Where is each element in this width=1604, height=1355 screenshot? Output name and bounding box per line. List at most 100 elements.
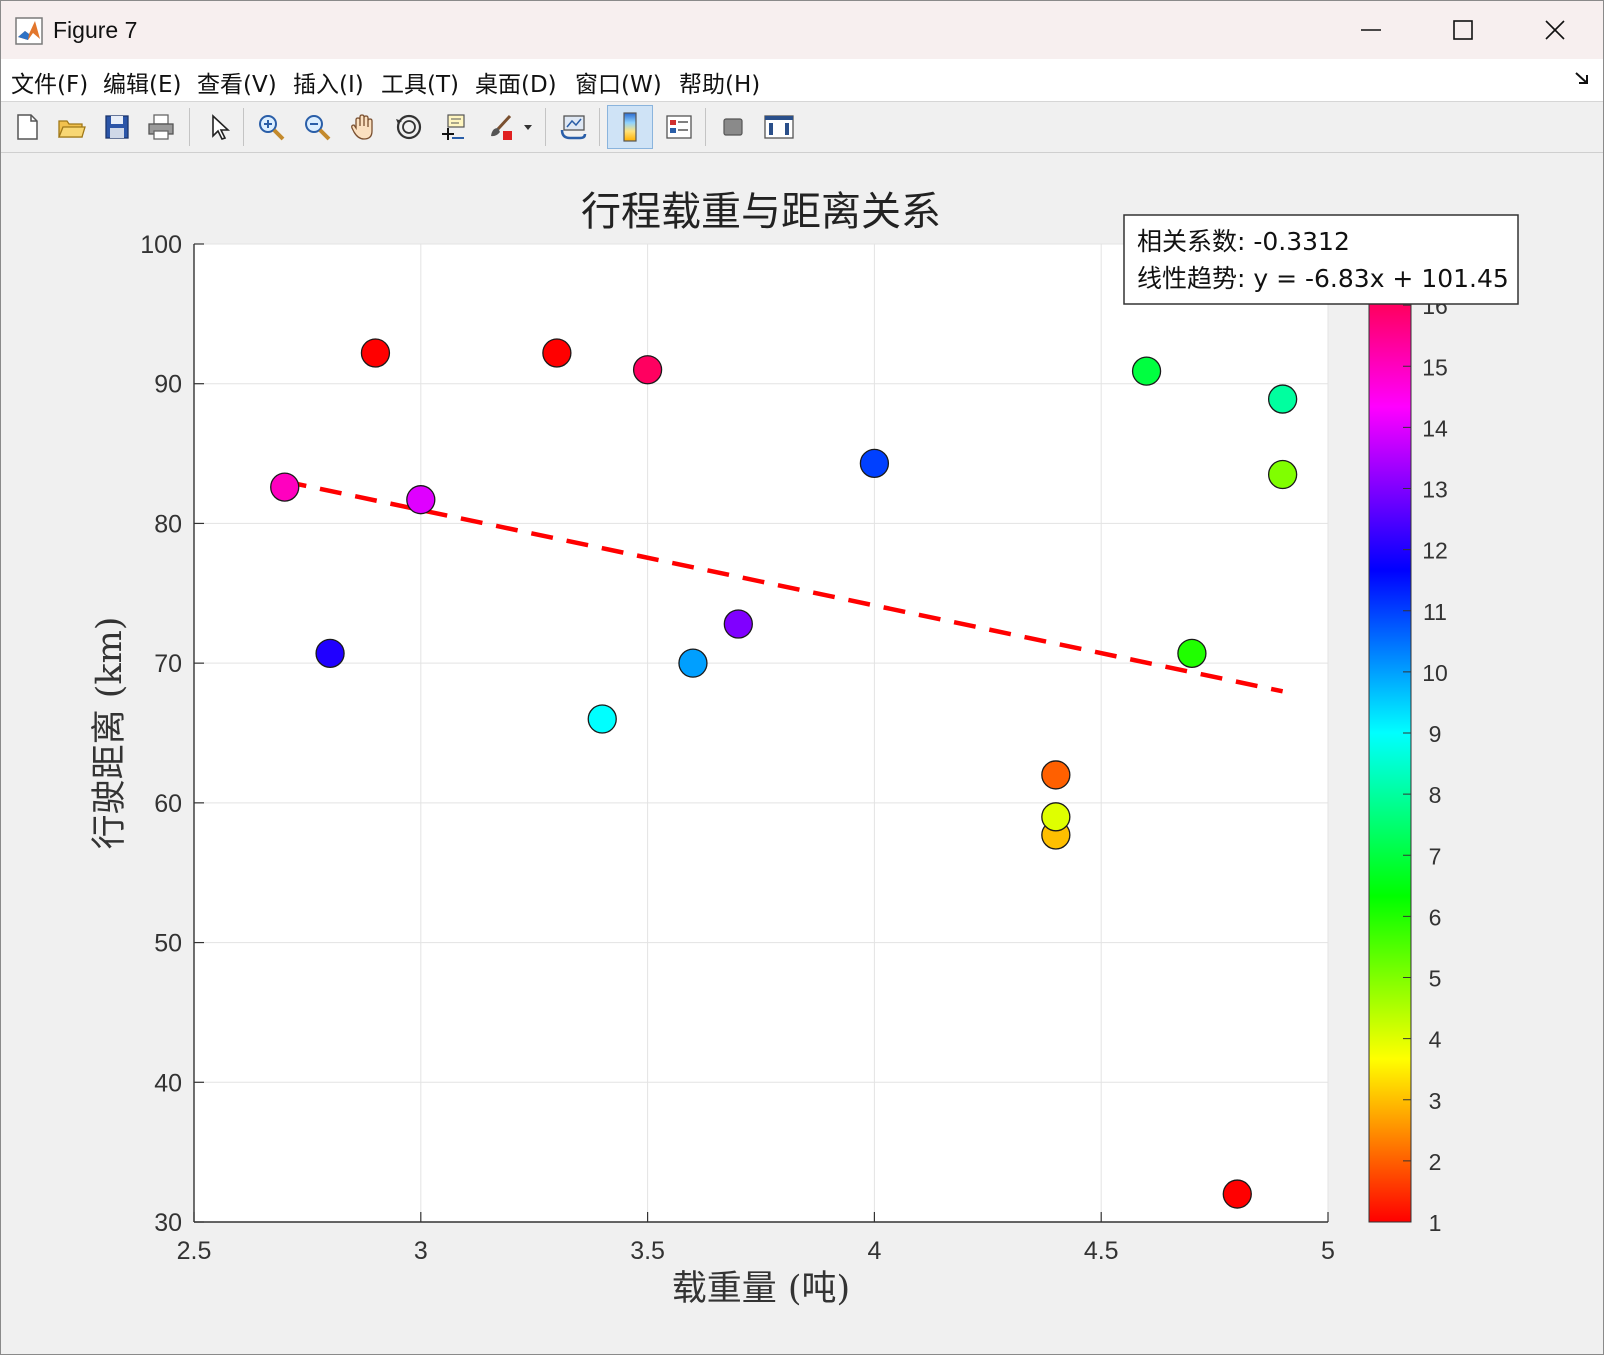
minimize-button[interactable] xyxy=(1343,9,1399,51)
data-point xyxy=(1041,802,1071,832)
data-point xyxy=(723,609,753,639)
pointer-icon xyxy=(212,114,231,140)
hide-plot-tools-button[interactable] xyxy=(713,107,753,147)
toolbar-separator xyxy=(599,108,600,146)
data-point xyxy=(315,638,345,669)
data-point xyxy=(1267,459,1298,490)
colorbar-icon xyxy=(623,112,637,142)
colorbar-tick-label: 10 xyxy=(1422,660,1448,686)
colorbar-tick-label: 1 xyxy=(1429,1210,1442,1236)
menu-file[interactable]: 文件(F) xyxy=(11,65,88,99)
pointer-button[interactable] xyxy=(199,107,239,147)
axes-box xyxy=(194,244,1328,1222)
rotate-3d-icon xyxy=(396,114,422,140)
save-button[interactable] xyxy=(97,107,137,147)
show-plot-tools-button[interactable] xyxy=(759,107,799,147)
maximize-button[interactable] xyxy=(1435,9,1491,51)
new-figure-icon xyxy=(17,114,38,140)
title-bar: Figure 7 xyxy=(1,1,1603,59)
toolbar-separator xyxy=(243,108,244,146)
y-tick-label: 100 xyxy=(140,231,182,259)
brush-icon xyxy=(491,114,512,140)
x-axis-label: 载重量 (吨) xyxy=(672,1269,850,1309)
data-point xyxy=(542,338,572,368)
scatter-plot: 行程载重与距离关系 2.5 3 3.5 4 4.5 5 30 40 50 60 70 80 90 100… xyxy=(90,189,1519,1309)
menu-view[interactable]: 查看(V) xyxy=(197,65,277,99)
brush-button[interactable] xyxy=(481,107,521,147)
pan-button[interactable] xyxy=(343,107,383,147)
toolbar-separator xyxy=(189,108,190,146)
print-icon xyxy=(148,114,174,140)
new-figure-button[interactable] xyxy=(7,107,47,147)
menu-help[interactable]: 帮助(H) xyxy=(679,65,760,99)
x-tick-label: 4 xyxy=(867,1237,881,1265)
link-plot-button[interactable] xyxy=(553,107,593,147)
colorbar-tick-label: 15 xyxy=(1422,354,1448,380)
menu-tools[interactable]: 工具(T) xyxy=(381,65,459,99)
legend-button[interactable] xyxy=(659,107,699,147)
colorbar-tick-label: 12 xyxy=(1422,538,1448,564)
colorbar-button[interactable] xyxy=(607,105,653,149)
menu-edit[interactable]: 编辑(E) xyxy=(103,65,181,99)
y-tick-label: 60 xyxy=(154,790,182,818)
matlab-logo-icon xyxy=(15,17,43,45)
y-tick-label: 30 xyxy=(154,1209,182,1237)
colorbar-tick-label: 3 xyxy=(1429,1088,1442,1114)
data-point xyxy=(406,485,436,515)
pan-hand-icon xyxy=(351,114,373,140)
save-icon xyxy=(105,115,129,139)
x-tick-label: 4.5 xyxy=(1084,1237,1119,1265)
data-point xyxy=(859,448,890,479)
data-point xyxy=(678,648,708,678)
y-axis-label: 行驶距离 (km) xyxy=(90,617,130,850)
x-tick-label: 2.5 xyxy=(177,1237,212,1265)
annotation-box[interactable]: 相关系数: -0.3312 线性趋势: y = -6.83x + 101.45 xyxy=(1123,214,1519,305)
data-cursor-button[interactable] xyxy=(433,107,473,147)
close-icon xyxy=(1545,20,1565,40)
x-tick-label: 3.5 xyxy=(630,1237,665,1265)
figure-toolbar xyxy=(1,102,1603,153)
rotate-3d-button[interactable] xyxy=(389,107,429,147)
chart-title: 行程载重与距离关系 xyxy=(581,189,941,235)
data-point xyxy=(1041,760,1071,790)
data-point xyxy=(360,338,391,368)
data-point xyxy=(1222,1179,1252,1209)
menu-desktop[interactable]: 桌面(D) xyxy=(475,65,557,99)
menu-insert[interactable]: 插入(I) xyxy=(293,65,364,99)
print-button[interactable] xyxy=(141,107,181,147)
colorbar-tick-label: 8 xyxy=(1429,782,1442,808)
zoom-in-icon xyxy=(259,115,285,141)
data-cursor-icon xyxy=(442,114,465,140)
zoom-in-button[interactable] xyxy=(251,107,291,147)
brush-dropdown-button[interactable] xyxy=(517,107,539,147)
colorbar-tick-label: 2 xyxy=(1429,1149,1442,1175)
open-file-icon xyxy=(58,120,86,138)
data-point xyxy=(1267,384,1298,414)
menu-overflow-arrow-icon[interactable] xyxy=(1573,69,1591,87)
y-tick-label: 80 xyxy=(154,510,182,538)
data-point xyxy=(632,355,663,385)
y-tick-label: 70 xyxy=(154,650,182,678)
colorbar-tick-label: 11 xyxy=(1423,599,1447,625)
zoom-out-button[interactable] xyxy=(297,107,337,147)
y-tick-label: 90 xyxy=(154,371,182,399)
y-tick-label: 40 xyxy=(154,1069,182,1097)
legend-icon xyxy=(666,115,692,139)
colorbar-tick-label: 9 xyxy=(1429,721,1442,747)
correlation-label: 相关系数: -0.3312 xyxy=(1137,227,1350,256)
data-point xyxy=(270,472,300,502)
colorbar-tick-label: 5 xyxy=(1429,966,1442,992)
close-button[interactable] xyxy=(1527,9,1583,51)
open-file-button[interactable] xyxy=(51,107,91,147)
data-point xyxy=(587,704,617,734)
toolbar-separator xyxy=(705,108,706,146)
menu-window[interactable]: 窗口(W) xyxy=(575,65,662,99)
maximize-icon xyxy=(1453,20,1473,40)
window-title: Figure 7 xyxy=(53,17,138,43)
data-point xyxy=(1177,638,1207,669)
colorbar-tick-label: 4 xyxy=(1429,1027,1442,1053)
zoom-out-icon xyxy=(305,115,331,141)
hide-plot-tools-icon xyxy=(723,118,743,136)
trend-equation-label: 线性趋势: y = -6.83x + 101.45 xyxy=(1137,264,1509,293)
show-plot-tools-icon xyxy=(764,115,794,139)
